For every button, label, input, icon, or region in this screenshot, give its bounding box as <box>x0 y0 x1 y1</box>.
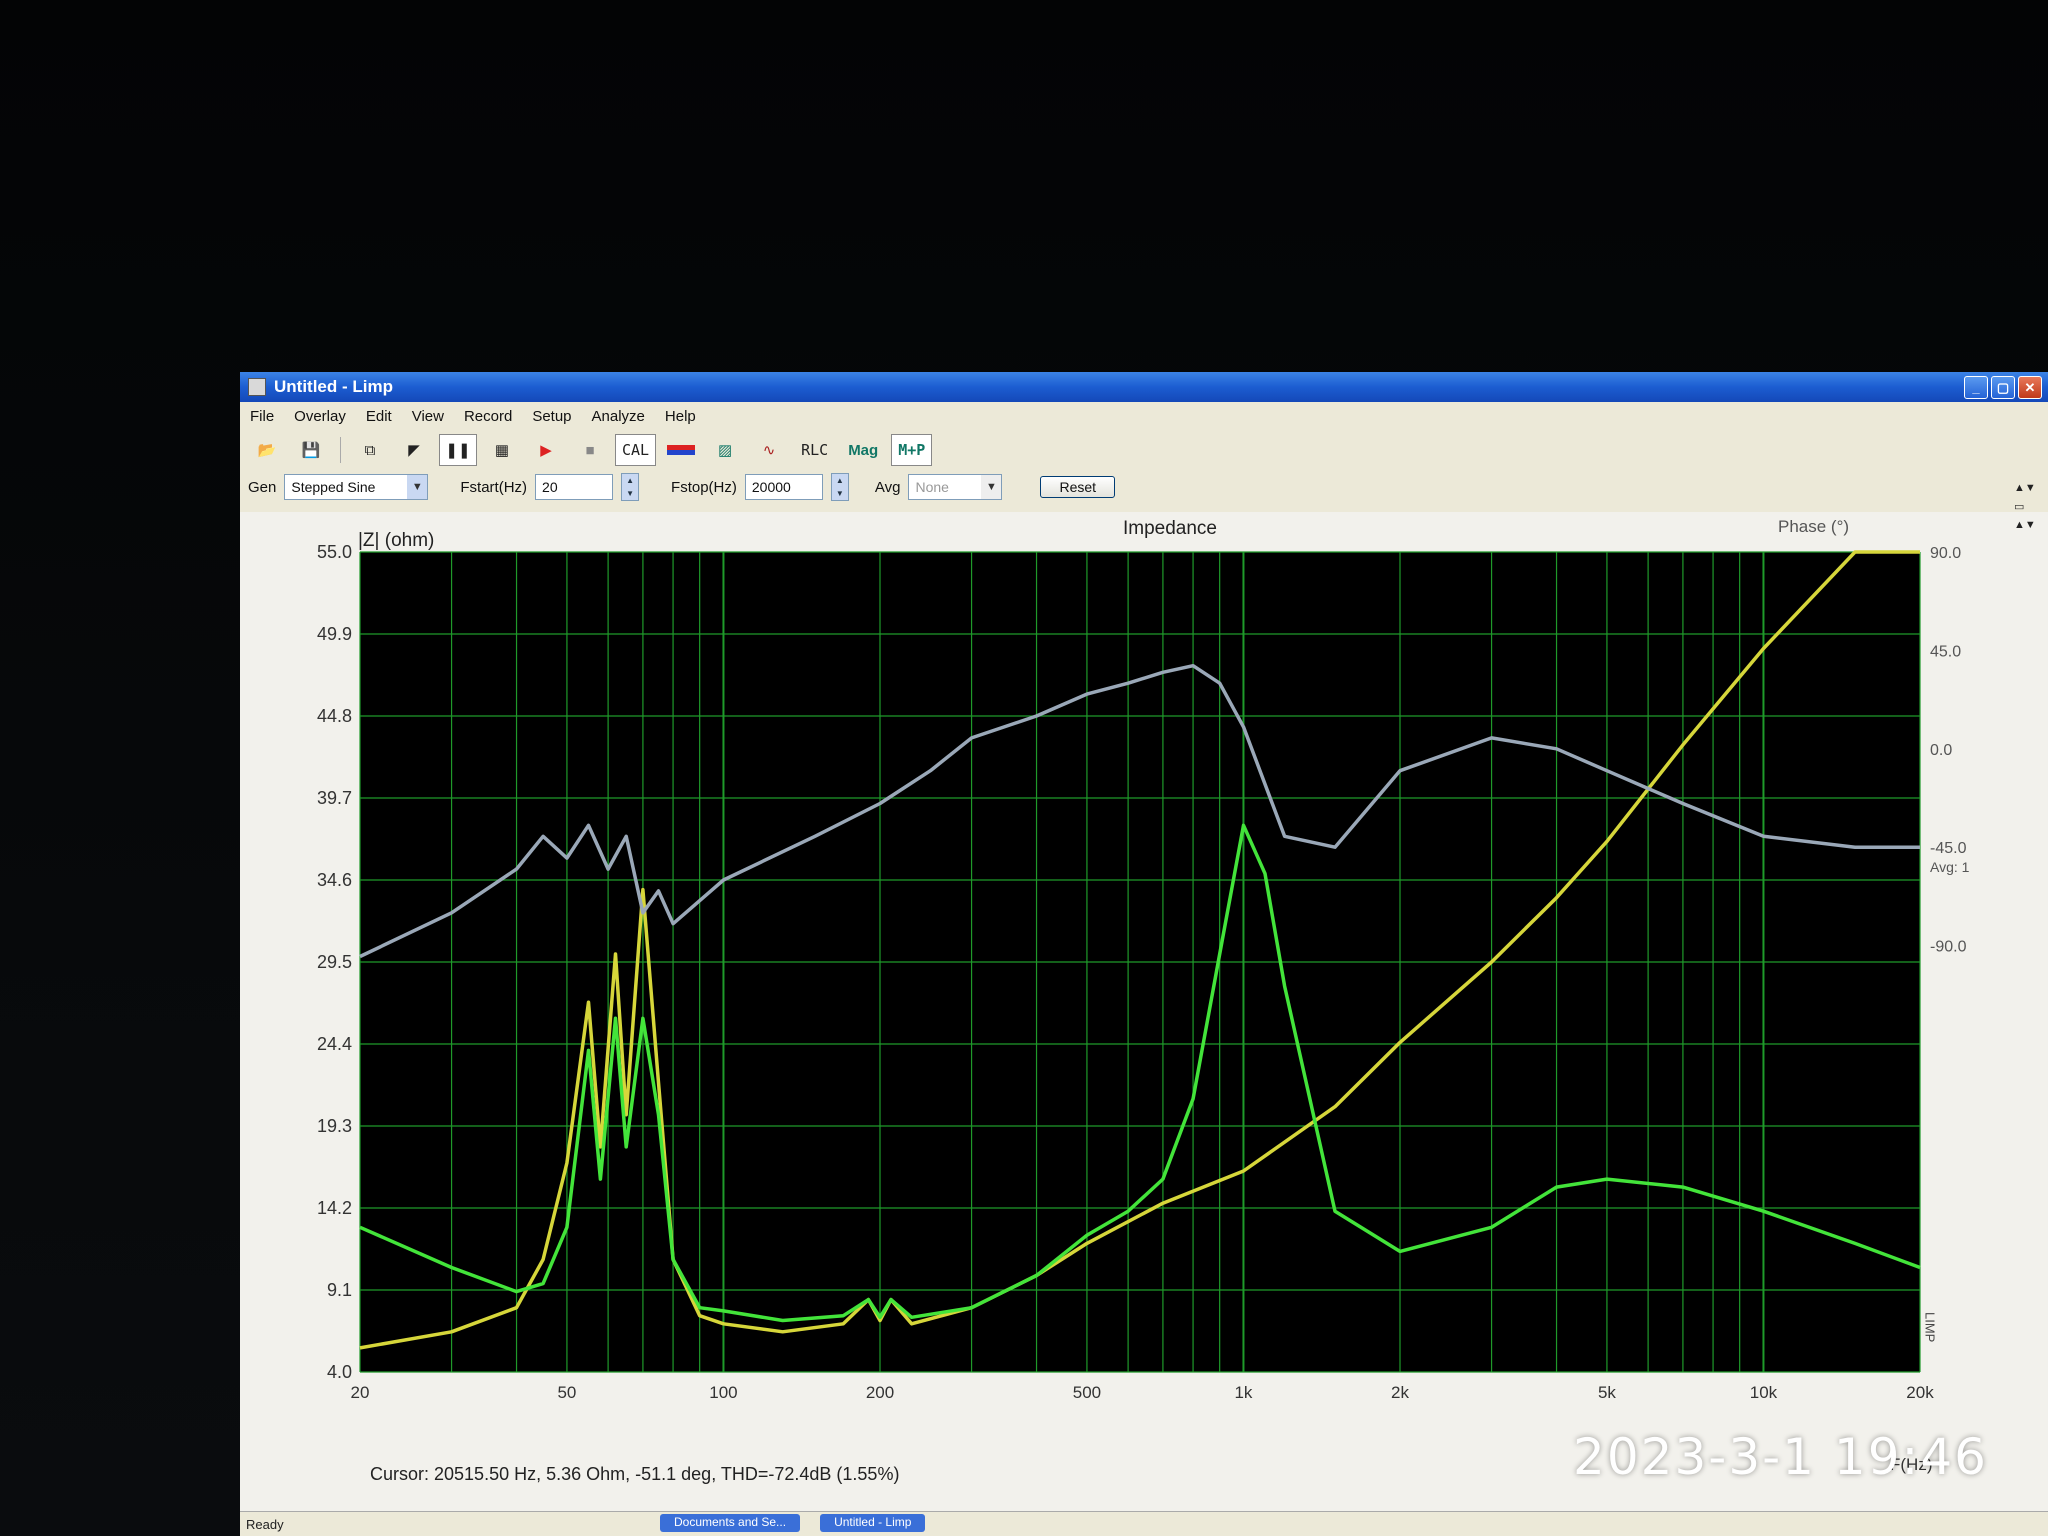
fstop-input[interactable]: 20000 <box>744 474 823 500</box>
photo-timestamp: 2023-3-1 19:46 <box>1573 1428 1988 1486</box>
y2-tick-label: 45.0 <box>1930 643 1961 660</box>
generator-controls: Gen Stepped Sine ▼ Fstart(Hz) 20 ▲ ▼ Fsto… <box>248 472 1116 502</box>
menu-bar: File Overlay Edit View Record Setup Anal… <box>240 406 2048 428</box>
limp-window: Untitled - Limp _ ▢ ✕ File Overlay Edit … <box>240 372 2048 1536</box>
rlc-button[interactable]: RLC <box>794 434 835 466</box>
sine-wave-icon[interactable]: ∿ <box>750 434 788 466</box>
side-spinner[interactable]: ▲▼ <box>2014 519 2048 531</box>
limp-mark: LIMP <box>1923 1312 1938 1342</box>
gen-label: Gen <box>248 478 277 496</box>
title-bar[interactable]: Untitled - Limp _ ▢ ✕ <box>240 372 2048 402</box>
x-tick-label: 2k <box>1391 1383 1409 1402</box>
stop-icon[interactable]: ■ <box>571 434 609 466</box>
impedance-chart[interactable]: Impedance |Z| (ohm) Phase (°) F(Hz) Avg:… <box>240 512 2048 1512</box>
status-bar: Ready <box>240 1511 2048 1536</box>
y2-tick-label: -90.0 <box>1930 939 1967 956</box>
y2-axis-label: Phase (°) <box>1778 517 1849 536</box>
side-spinner[interactable]: ▲▼ <box>2014 482 2048 494</box>
cal-button[interactable]: CAL <box>615 434 657 466</box>
window-controls: _ ▢ ✕ <box>1964 376 2042 399</box>
x-tick-label: 5k <box>1598 1383 1616 1402</box>
fstart-spinner[interactable]: ▲ ▼ <box>621 473 640 501</box>
x-tick-label: 10k <box>1750 1383 1778 1402</box>
chart-title: Impedance <box>1123 518 1217 539</box>
maximize-icon[interactable]: ▢ <box>1991 376 2015 399</box>
y-tick-label: 29.5 <box>317 952 352 972</box>
y-tick-label: 14.2 <box>317 1198 352 1218</box>
hatch-icon[interactable]: ▨ <box>706 434 744 466</box>
gen-select[interactable]: Stepped Sine ▼ <box>284 474 429 500</box>
gen-select-value: Stepped Sine <box>291 479 376 495</box>
minimize-icon[interactable]: _ <box>1964 376 1988 399</box>
avg-note: Avg: 1 <box>1930 859 1970 875</box>
reset-button[interactable]: Reset <box>1040 476 1116 498</box>
taskbar: Documents and Se... Untitled - Limp <box>660 1514 926 1532</box>
menu-view[interactable]: View <box>402 406 454 428</box>
fstop-spinner[interactable]: ▲ ▼ <box>830 473 849 501</box>
mag-phase-button[interactable]: M+P <box>891 434 933 466</box>
y-tick-label: 39.7 <box>317 788 352 808</box>
y-tick-label: 4.0 <box>327 1362 352 1382</box>
toolbar-separator <box>340 437 341 463</box>
pause-icon[interactable]: ❚❚ <box>439 434 477 466</box>
y-tick-label: 19.3 <box>317 1116 352 1136</box>
chevron-down-icon[interactable]: ▼ <box>981 475 1002 499</box>
color-bars-icon[interactable] <box>662 434 700 466</box>
record-play-icon[interactable]: ▶ <box>527 434 565 466</box>
cursor-readout: Cursor: 20515.50 Hz, 5.36 Ohm, -51.1 deg… <box>370 1464 899 1484</box>
grid-table-icon[interactable]: ▦ <box>483 434 521 466</box>
x-tick-label: 200 <box>866 1383 894 1402</box>
close-icon[interactable]: ✕ <box>2018 376 2042 399</box>
taskbar-item-documents[interactable]: Documents and Se... <box>660 1514 801 1532</box>
fstop-value: 20000 <box>751 479 791 495</box>
chevron-down-icon[interactable]: ▼ <box>407 475 428 499</box>
mag-button[interactable]: Mag <box>841 434 885 466</box>
avg-label: Avg <box>874 478 901 496</box>
y-tick-label: 9.1 <box>327 1280 352 1300</box>
y-tick-label: 44.8 <box>317 706 352 726</box>
avg-select[interactable]: None ▼ <box>908 474 1003 500</box>
y-axis-label: |Z| (ohm) <box>358 530 434 551</box>
y-tick-label: 24.4 <box>317 1034 352 1054</box>
x-tick-label: 500 <box>1073 1383 1101 1402</box>
fstart-value: 20 <box>542 479 558 495</box>
y2-tick-label: 0.0 <box>1930 742 1952 759</box>
menu-setup[interactable]: Setup <box>522 406 581 428</box>
x-tick-label: 20k <box>1906 1383 1934 1402</box>
x-tick-label: 50 <box>557 1383 576 1402</box>
app-icon <box>248 378 266 396</box>
side-button[interactable]: ▭ <box>2014 500 2048 513</box>
fstart-input[interactable]: 20 <box>535 474 614 500</box>
taskbar-item-limp[interactable]: Untitled - Limp <box>820 1514 926 1532</box>
menu-overlay[interactable]: Overlay <box>284 406 356 428</box>
menu-help[interactable]: Help <box>655 406 706 428</box>
x-tick-label: 20 <box>351 1383 370 1402</box>
x-tick-label: 1k <box>1234 1383 1252 1402</box>
plot-area: Impedance |Z| (ohm) Phase (°) F(Hz) Avg:… <box>240 512 2048 1512</box>
toolbar: 📂 💾 ⧉ ◤ ❚❚ ▦ ▶ ■ CAL ▨ ∿ RLC Mag M+P <box>248 434 933 466</box>
y-tick-label: 34.6 <box>317 870 352 890</box>
save-disk-icon[interactable]: 💾 <box>292 434 330 466</box>
y-tick-label: 55.0 <box>317 542 352 562</box>
status-ready: Ready <box>246 1516 284 1532</box>
right-side-panel: ▲▼ ▭ ▲▼ <box>2014 476 2048 1196</box>
copy-icon[interactable]: ⧉ <box>351 434 389 466</box>
y-tick-label: 49.9 <box>317 624 352 644</box>
fstop-label: Fstop(Hz) <box>671 478 737 496</box>
y2-tick-label: -45.0 <box>1930 840 1967 857</box>
flag-icon[interactable]: ◤ <box>395 434 433 466</box>
x-tick-label: 100 <box>709 1383 737 1402</box>
window-title: Untitled - Limp <box>274 377 393 396</box>
menu-record[interactable]: Record <box>454 406 522 428</box>
menu-file[interactable]: File <box>240 406 284 428</box>
open-folder-icon[interactable]: 📂 <box>248 434 286 466</box>
avg-select-value: None <box>915 479 949 495</box>
menu-analyze[interactable]: Analyze <box>582 406 655 428</box>
fstart-label: Fstart(Hz) <box>460 478 528 496</box>
y2-tick-label: 90.0 <box>1930 545 1961 562</box>
menu-edit[interactable]: Edit <box>356 406 402 428</box>
